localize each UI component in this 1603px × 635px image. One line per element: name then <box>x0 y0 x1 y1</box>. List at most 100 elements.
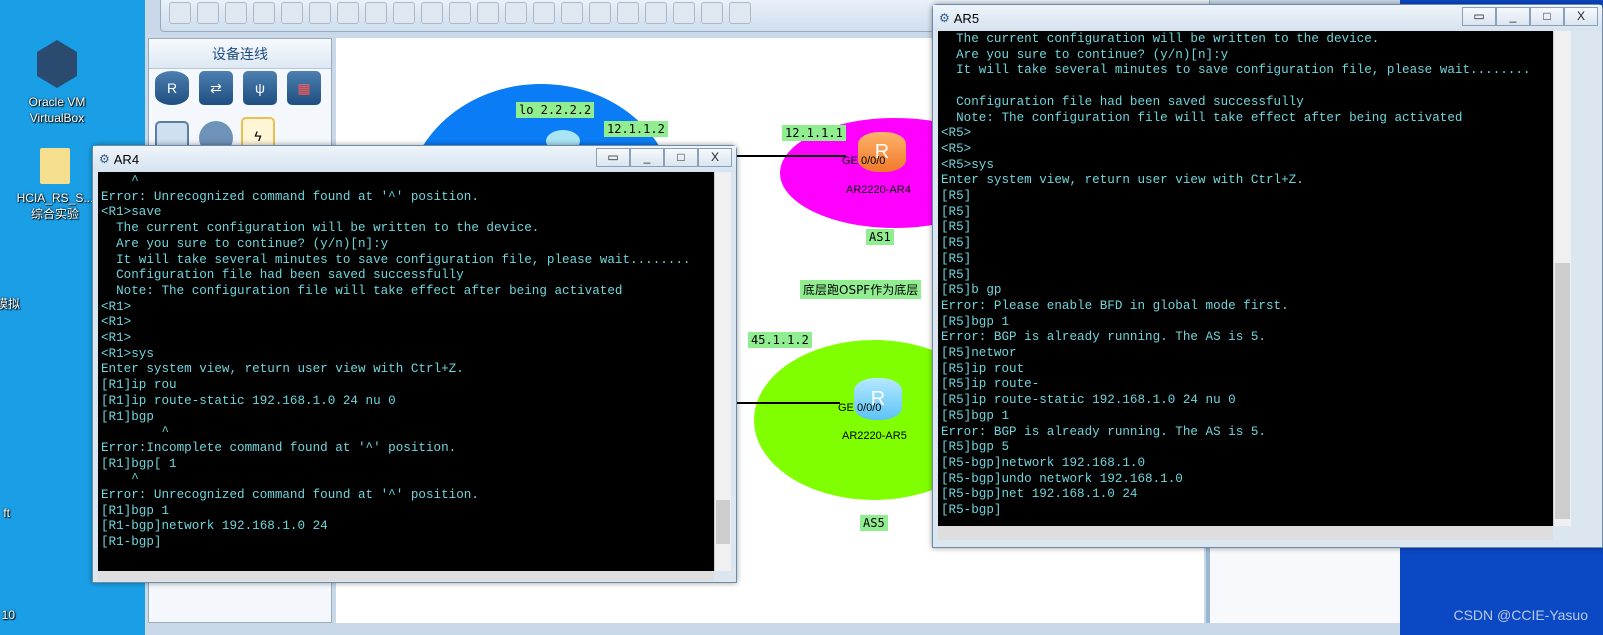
toolbar-button[interactable] <box>505 2 527 24</box>
ensp-terminal-icon: ⚙ <box>939 11 950 25</box>
minimize-button[interactable]: _ <box>1496 7 1530 26</box>
label-note[interactable]: 底层跑OSPF作为底层 <box>800 280 922 299</box>
vertical-scrollbar[interactable] <box>714 172 731 571</box>
terminal-line: [R5-bgp]network 192.168.1.0 <box>941 455 1146 470</box>
toolbar-button[interactable] <box>729 2 751 24</box>
terminal-line: The current configuration will be writte… <box>101 221 540 236</box>
toolbar-button[interactable] <box>561 2 583 24</box>
label-lo[interactable]: lo 2.2.2.2 <box>516 102 595 118</box>
desktop-icon-partial[interactable]: 10 <box>0 607 15 623</box>
terminal-output[interactable]: ^ Error: Unrecognized command found at '^… <box>98 172 714 571</box>
switch-icon[interactable]: ⇄ <box>199 71 233 105</box>
restore-button[interactable]: ▭ <box>1462 7 1496 26</box>
toolbar-button[interactable] <box>533 2 555 24</box>
maximize-button[interactable]: □ <box>664 148 698 167</box>
terminal-line: [R5]ip route- <box>941 377 1040 392</box>
toolbar-button[interactable] <box>645 2 667 24</box>
router-icon[interactable]: R <box>155 71 189 105</box>
label-as5[interactable]: AS5 <box>860 515 888 531</box>
vertical-scrollbar[interactable] <box>1553 31 1571 526</box>
terminal-line: <R1>save <box>101 205 162 220</box>
toolbar-button[interactable] <box>673 2 695 24</box>
toolbar-button[interactable] <box>225 2 247 24</box>
terminal-line: Enter system view, return user view with… <box>101 362 464 377</box>
terminal-line: Error: Please enable BFD in global mode … <box>941 298 1289 313</box>
terminal-line: [R5]bgp 1 <box>941 408 1010 423</box>
terminal-line: The current configuration will be writte… <box>941 32 1380 46</box>
terminal-line: <R1> <box>101 299 132 314</box>
desktop-icon-partial[interactable]: ft <box>0 505 10 521</box>
terminal-line: [R5]b gp <box>941 283 1002 298</box>
terminal-line: [R5] <box>941 236 972 251</box>
desktop-icon-virtualbox[interactable]: Oracle VM VirtualBox <box>12 40 102 126</box>
toolbar-button[interactable] <box>589 2 611 24</box>
desktop-icon-label: Oracle VM VirtualBox <box>28 95 86 125</box>
terminal-line: <R1> <box>101 315 132 330</box>
toolbar-button[interactable] <box>309 2 331 24</box>
terminal-line: Error: Unrecognized command found at '^'… <box>101 189 479 204</box>
terminal-line: ^ <box>101 472 139 487</box>
label-as1[interactable]: AS1 <box>866 229 894 245</box>
toolbar-button[interactable] <box>197 2 219 24</box>
label-ip[interactable]: 12.1.1.2 <box>604 121 668 137</box>
terminal-line: <R5>sys <box>941 157 994 172</box>
close-button[interactable]: X <box>698 148 732 167</box>
toolbar-button[interactable] <box>365 2 387 24</box>
terminal-line: [R1]bgp[ 1 <box>101 456 177 471</box>
horizontal-scrollbar[interactable] <box>98 571 714 581</box>
terminal-line: [R1]bgp 1 <box>101 503 170 518</box>
terminal-output[interactable]: The current configuration will be writte… <box>938 31 1553 526</box>
terminal-line: <R5> <box>941 126 972 141</box>
terminal-line: Configuration file had been saved succes… <box>101 268 464 283</box>
toolbar-button[interactable] <box>701 2 723 24</box>
desktop-icon-folder[interactable]: HCIA_RS_S... 综合实验 <box>10 148 100 222</box>
toolbar-button[interactable] <box>421 2 443 24</box>
terminal-line: [R5] <box>941 220 972 235</box>
minimize-button[interactable]: _ <box>630 148 664 167</box>
restore-button[interactable]: ▭ <box>596 148 630 167</box>
terminal-line: Are you sure to continue? (y/n)[n]:y <box>101 236 389 251</box>
router-name: AR2220-AR5 <box>842 430 907 442</box>
label-ip[interactable]: 12.1.1.1 <box>782 125 846 141</box>
terminal-window-ar5: ⚙ AR5 ▭ _ □ X The current configuration will… <box>932 4 1603 548</box>
wireless-icon[interactable]: ψ <box>243 71 277 105</box>
window-title: AR5 <box>953 10 980 26</box>
terminal-line: Error: BGP is already running. The AS is… <box>941 424 1266 439</box>
terminal-line: [R5] <box>941 251 972 266</box>
terminal-line: [R1-bgp] <box>101 535 162 550</box>
folder-icon <box>40 148 70 184</box>
horizontal-scrollbar[interactable] <box>938 526 1553 540</box>
terminal-line: [R5]ip rout <box>941 361 1025 376</box>
terminal-line: [R1-bgp]network 192.168.1.0 24 <box>101 519 328 534</box>
close-button[interactable]: X <box>1564 7 1598 26</box>
terminal-line: ^ <box>101 174 139 188</box>
terminal-line: [R5]networ <box>941 346 1017 361</box>
toolbar-button[interactable] <box>477 2 499 24</box>
ensp-terminal-icon: ⚙ <box>99 152 110 166</box>
toolbar-button[interactable] <box>449 2 471 24</box>
terminal-window-ar4: ⚙ AR4 ▭ _ □ X ^ Error: Unrecognized command f… <box>92 145 737 583</box>
toolbar-button[interactable] <box>617 2 639 24</box>
terminal-line: [R5-bgp] <box>941 503 1002 518</box>
desktop-icon-label: HCIA_RS_S... 综合实验 <box>16 191 94 221</box>
terminal-line: [R5-bgp]net 192.168.1.0 24 <box>941 487 1138 502</box>
terminal-line: Configuration file had been saved succes… <box>941 94 1304 109</box>
terminal-line: ^ <box>101 425 170 440</box>
toolbar-button[interactable] <box>281 2 303 24</box>
toolbar-button[interactable] <box>169 2 191 24</box>
terminal-line: [R5]bgp 5 <box>941 440 1010 455</box>
toolbar-button[interactable] <box>337 2 359 24</box>
window-title: AR4 <box>113 151 140 167</box>
terminal-line: Enter system view, return user view with… <box>941 173 1304 188</box>
label-ip[interactable]: 45.1.1.2 <box>748 332 812 348</box>
maximize-button[interactable]: □ <box>1530 7 1564 26</box>
toolbar-button[interactable] <box>393 2 415 24</box>
terminal-line: <R5> <box>941 141 972 156</box>
panel-title: 设备连线 <box>149 39 331 69</box>
terminal-line: [R5]bgp 1 <box>941 314 1010 329</box>
desktop-icon-partial[interactable]: 模拟 <box>0 296 20 312</box>
terminal-line: It will take several minutes to save con… <box>101 252 691 267</box>
firewall-icon[interactable]: ▦ <box>287 71 321 105</box>
toolbar-button[interactable] <box>253 2 275 24</box>
